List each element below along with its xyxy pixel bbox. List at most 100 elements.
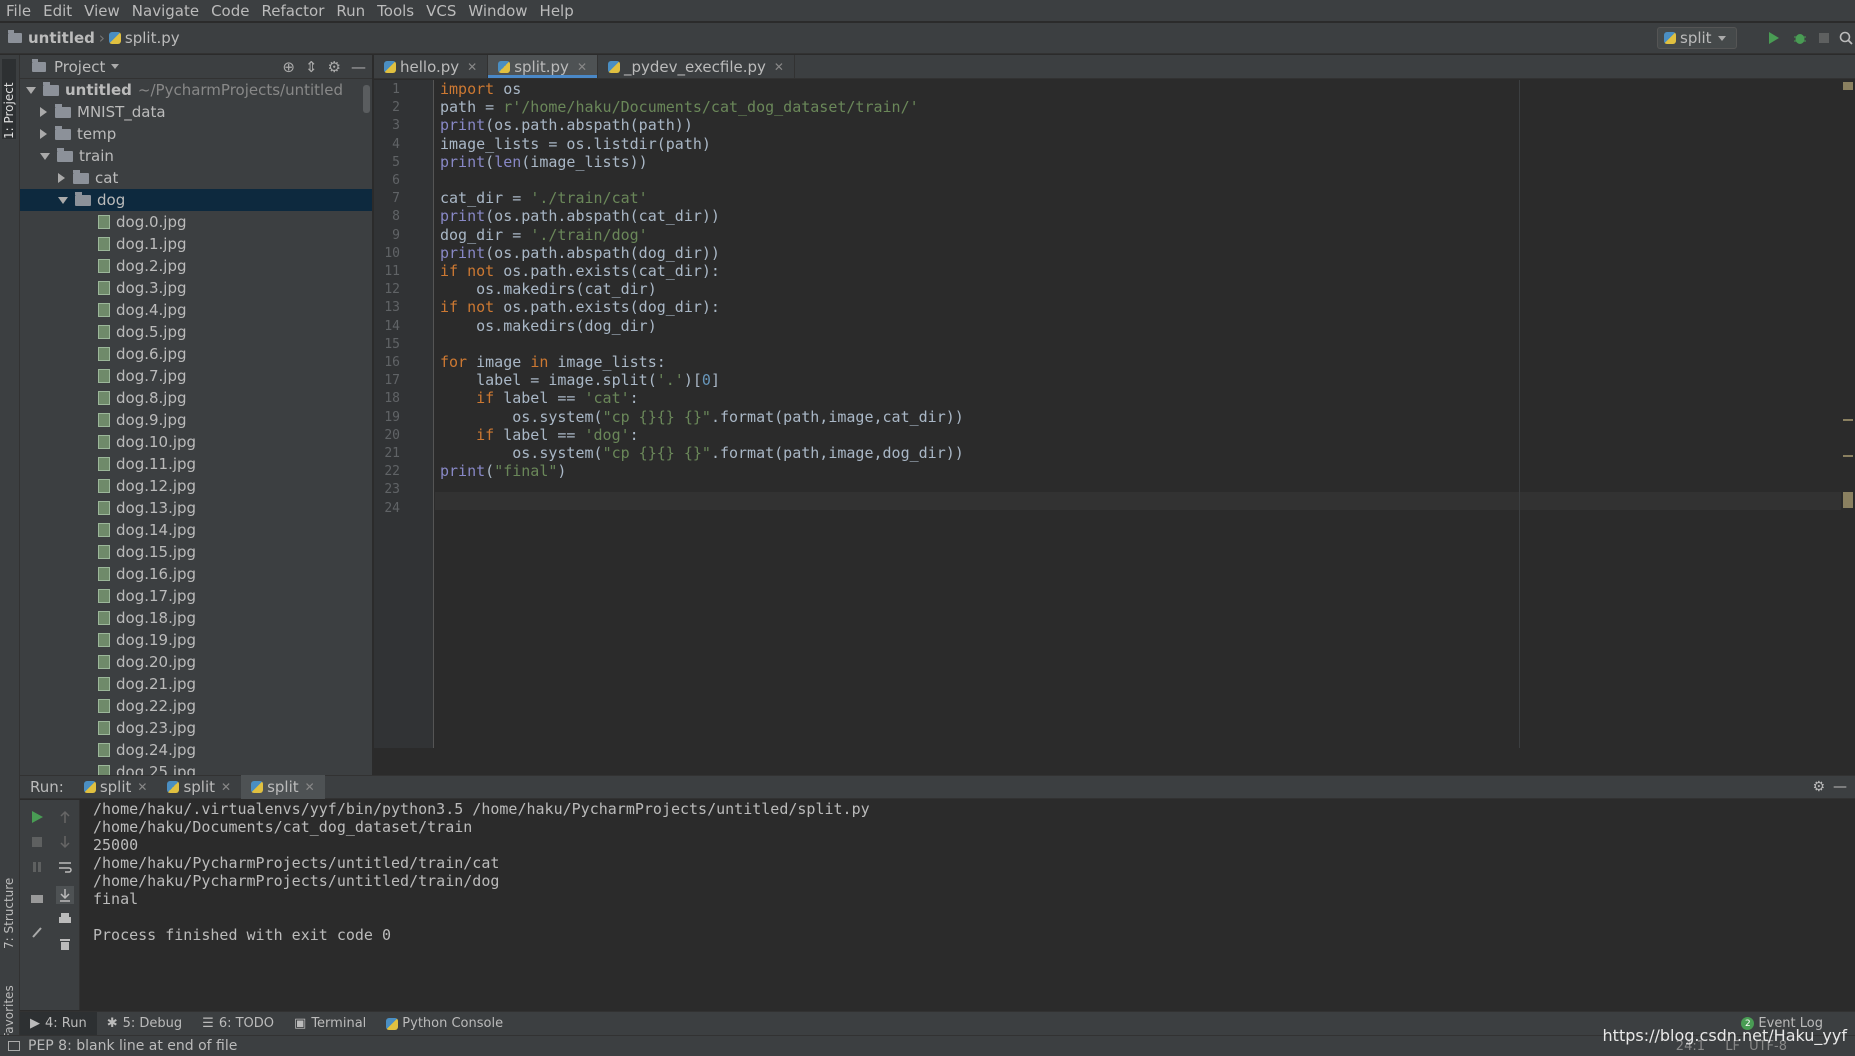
menu-edit[interactable]: Edit <box>37 2 78 20</box>
tree-file[interactable]: dog.22.jpg <box>20 695 372 717</box>
tree-file[interactable]: dog.1.jpg <box>20 233 372 255</box>
tool-tab-terminal[interactable]: ▣ Terminal <box>284 1012 376 1036</box>
collapsed-arrow-icon[interactable] <box>58 173 65 183</box>
code-line[interactable]: os.system("cp {}{} {}".format(path,image… <box>440 444 964 462</box>
menu-window[interactable]: Window <box>462 2 533 20</box>
menu-vcs[interactable]: VCS <box>420 2 462 20</box>
layout-icon[interactable] <box>30 892 44 906</box>
tree-file[interactable]: dog.20.jpg <box>20 651 372 673</box>
menu-view[interactable]: View <box>78 2 126 20</box>
tool-tab-python-console[interactable]: Python Console <box>376 1012 513 1036</box>
code-line[interactable]: dog_dir = './train/dog' <box>440 226 648 244</box>
tab-structure[interactable]: 7: Structure <box>2 863 16 949</box>
tree-file[interactable]: dog.24.jpg <box>20 739 372 761</box>
collapse-all-icon[interactable]: ⇕ <box>305 58 318 76</box>
run-tab-1[interactable]: split ✕ <box>74 778 158 796</box>
expanded-arrow-icon[interactable] <box>40 152 50 160</box>
tree-file[interactable]: dog.0.jpg <box>20 211 372 233</box>
tree-folder-train[interactable]: train <box>20 145 372 167</box>
editor-error-stripe[interactable] <box>1841 80 1855 748</box>
tree-file[interactable]: dog.18.jpg <box>20 607 372 629</box>
code-line[interactable]: print(len(image_lists)) <box>440 153 648 171</box>
inspection-marker[interactable] <box>1843 82 1853 90</box>
code-editor[interactable]: import os path = r'/home/haku/Documents/c… <box>435 80 1855 748</box>
tree-file[interactable]: dog.23.jpg <box>20 717 372 739</box>
code-line[interactable]: label = image.split('.')[0] <box>440 371 720 389</box>
tree-file[interactable]: dog.21.jpg <box>20 673 372 695</box>
code-line[interactable]: for image in image_lists: <box>440 353 666 371</box>
code-line[interactable]: if not os.path.exists(dog_dir): <box>440 298 720 316</box>
tree-file[interactable]: dog.17.jpg <box>20 585 372 607</box>
code-line[interactable]: image_lists = os.listdir(path) <box>440 135 711 153</box>
close-icon[interactable]: ✕ <box>137 780 147 794</box>
tree-file[interactable]: dog.2.jpg <box>20 255 372 277</box>
tree-root[interactable]: untitled ~/PycharmProjects/untitled <box>20 79 372 101</box>
code-line[interactable]: path = r'/home/haku/Documents/cat_dog_da… <box>440 98 919 116</box>
debug-button[interactable] <box>1791 29 1809 47</box>
gear-icon[interactable]: ⚙ <box>328 58 341 76</box>
tree-file[interactable]: dog.25.jpg <box>20 761 372 775</box>
pin-icon[interactable] <box>30 925 44 939</box>
run-configuration-select[interactable]: split <box>1657 27 1737 49</box>
tree-file[interactable]: dog.4.jpg <box>20 299 372 321</box>
tree-folder-cat[interactable]: cat <box>20 167 372 189</box>
menu-help[interactable]: Help <box>534 2 580 20</box>
menu-refactor[interactable]: Refactor <box>255 2 330 20</box>
menu-file[interactable]: File <box>0 2 37 20</box>
tree-file[interactable]: dog.12.jpg <box>20 475 372 497</box>
close-icon[interactable]: ✕ <box>305 780 315 794</box>
tree-file[interactable]: dog.16.jpg <box>20 563 372 585</box>
warning-marker[interactable] <box>1843 419 1853 421</box>
tree-file[interactable]: dog.10.jpg <box>20 431 372 453</box>
gear-icon[interactable]: ⚙ <box>1812 779 1825 795</box>
menu-navigate[interactable]: Navigate <box>126 2 205 20</box>
tree-file[interactable]: dog.3.jpg <box>20 277 372 299</box>
code-line[interactable]: print(os.path.abspath(dog_dir)) <box>440 244 720 262</box>
hide-icon[interactable]: — <box>1833 779 1847 795</box>
tool-tab-debug[interactable]: ✱ 5: Debug <box>97 1012 192 1036</box>
tool-tab-todo[interactable]: ☰ 6: TODO <box>192 1012 284 1036</box>
code-line[interactable]: os.system("cp {}{} {}".format(path,image… <box>440 408 964 426</box>
tree-folder-dog[interactable]: dog <box>20 189 372 211</box>
menu-tools[interactable]: Tools <box>371 2 420 20</box>
code-line[interactable]: print(os.path.abspath(path)) <box>440 116 693 134</box>
tab-split-py[interactable]: split.py ✕ <box>488 55 599 78</box>
tab-project[interactable]: 1: Project <box>2 59 16 139</box>
tree-folder-temp[interactable]: temp <box>20 123 372 145</box>
tree-file[interactable]: dog.13.jpg <box>20 497 372 519</box>
close-icon[interactable]: ✕ <box>221 780 231 794</box>
project-panel-title[interactable]: Project <box>54 58 105 76</box>
code-line[interactable]: print(os.path.abspath(cat_dir)) <box>440 207 720 225</box>
tree-file[interactable]: dog.5.jpg <box>20 321 372 343</box>
code-line[interactable]: import os <box>440 80 521 98</box>
menu-run[interactable]: Run <box>330 2 371 20</box>
tree-file[interactable]: dog.14.jpg <box>20 519 372 541</box>
tree-file[interactable]: dog.9.jpg <box>20 409 372 431</box>
code-line[interactable]: print("final") <box>440 462 566 480</box>
soft-wrap-icon[interactable] <box>58 860 72 874</box>
expanded-arrow-icon[interactable] <box>58 196 68 204</box>
close-icon[interactable]: ✕ <box>774 60 784 74</box>
tab-hello-py[interactable]: hello.py ✕ <box>374 55 489 78</box>
tree-file[interactable]: dog.7.jpg <box>20 365 372 387</box>
menu-code[interactable]: Code <box>205 2 255 20</box>
tree-file[interactable]: dog.6.jpg <box>20 343 372 365</box>
toggle-tool-windows-icon[interactable] <box>8 1041 20 1051</box>
pause-icon[interactable] <box>30 860 44 874</box>
caret-marker[interactable] <box>1843 492 1853 508</box>
close-icon[interactable]: ✕ <box>467 60 477 74</box>
collapsed-arrow-icon[interactable] <box>40 129 47 139</box>
up-arrow-icon[interactable] <box>58 810 72 824</box>
tab-pydev-execfile-py[interactable]: _pydev_execfile.py ✕ <box>598 55 795 78</box>
stop-button[interactable] <box>1815 29 1833 47</box>
collapsed-arrow-icon[interactable] <box>40 107 47 117</box>
hide-icon[interactable]: — <box>351 58 366 76</box>
project-scrollbar[interactable] <box>363 85 370 113</box>
chevron-down-icon[interactable] <box>111 64 120 69</box>
expanded-arrow-icon[interactable] <box>26 86 36 94</box>
tree-file[interactable]: dog.15.jpg <box>20 541 372 563</box>
code-line[interactable]: if not os.path.exists(cat_dir): <box>440 262 720 280</box>
code-line[interactable]: os.makedirs(cat_dir) <box>440 280 657 298</box>
run-tab-2[interactable]: split ✕ <box>157 778 241 796</box>
close-icon[interactable]: ✕ <box>577 60 587 74</box>
